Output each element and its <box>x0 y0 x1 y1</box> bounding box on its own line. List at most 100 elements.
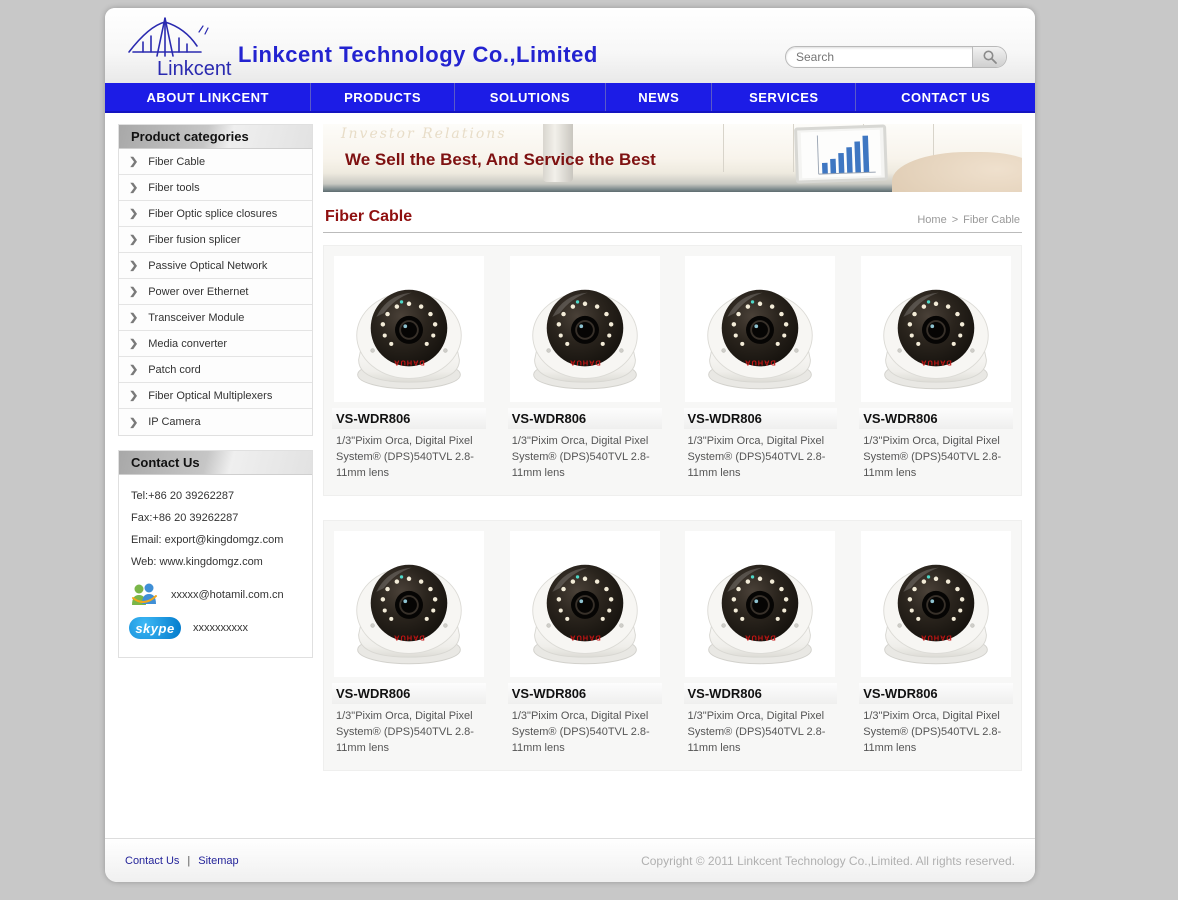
product-image[interactable] <box>861 256 1011 402</box>
sidebar-item-fiber-tools[interactable]: ❯ Fiber tools <box>119 175 312 201</box>
nav-solutions[interactable]: SOLUTIONS <box>455 83 607 111</box>
search-input[interactable] <box>786 47 972 67</box>
product-name-link[interactable]: VS-WDR806 <box>332 683 486 704</box>
msn-address: xxxxx@hotamil.com.cn <box>171 589 284 601</box>
content-area: Product categories ❯ Fiber Cable ❯ Fiber… <box>105 113 1035 838</box>
chevron-right-icon: ❯ <box>129 312 138 324</box>
product-categories-header: Product categories <box>119 125 312 149</box>
product-name-link[interactable]: VS-WDR806 <box>684 683 838 704</box>
chevron-right-icon: ❯ <box>129 390 138 402</box>
sidebar-item-power-over-ethernet[interactable]: ❯ Power over Ethernet <box>119 279 312 305</box>
sidebar-item-fiber-optic-splice-closures[interactable]: ❯ Fiber Optic splice closures <box>119 201 312 227</box>
sidebar-item-fiber-fusion-splicer[interactable]: ❯ Fiber fusion splicer <box>119 227 312 253</box>
product-description: 1/3"Pixim Orca, Digital Pixel System® (D… <box>684 433 838 481</box>
msn-row: xxxxx@hotamil.com.cn <box>129 581 302 609</box>
banner-laptop-chart <box>799 130 883 179</box>
sidebar-item-passive-optical-network[interactable]: ❯ Passive Optical Network <box>119 253 312 279</box>
contact-us-box: Contact Us Tel:+86 20 39262287 Fax:+86 2… <box>118 450 313 658</box>
main-column: Investor Relations <box>323 124 1022 838</box>
search-button[interactable] <box>972 47 1006 67</box>
footer-sitemap-link[interactable]: Sitemap <box>198 855 238 867</box>
breadcrumb-current: Fiber Cable <box>963 214 1020 226</box>
skype-row: skype xxxxxxxxxx <box>129 617 302 639</box>
product-name-link[interactable]: VS-WDR806 <box>859 683 1013 704</box>
product-description: 1/3"Pixim Orca, Digital Pixel System® (D… <box>332 708 486 756</box>
page-title: Fiber Cable <box>325 208 412 226</box>
product-image[interactable] <box>685 531 835 677</box>
contact-us-header: Contact Us <box>119 451 312 475</box>
chevron-right-icon: ❯ <box>129 234 138 246</box>
sidebar-item-fiber-cable[interactable]: ❯ Fiber Cable <box>119 149 312 175</box>
sidebar-item-ip-camera[interactable]: ❯ IP Camera <box>119 409 312 435</box>
hero-banner: Investor Relations <box>323 124 1022 192</box>
sidebar: Product categories ❯ Fiber Cable ❯ Fiber… <box>118 124 313 838</box>
site-footer: Contact Us | Sitemap Copyright © 2011 Li… <box>105 838 1035 882</box>
site-header: Linkcent Linkcent Technology Co.,Limited <box>105 8 1035 83</box>
product-name-link[interactable]: VS-WDR806 <box>684 408 838 429</box>
product-card: VS-WDR806 1/3"Pixim Orca, Digital Pixel … <box>332 531 486 756</box>
product-image[interactable] <box>685 256 835 402</box>
copyright-text: Copyright © 2011 Linkcent Technology Co.… <box>641 854 1015 868</box>
nav-about-linkcent[interactable]: ABOUT LINKCENT <box>105 83 311 111</box>
sidebar-item-fiber-optical-multiplexers[interactable]: ❯ Fiber Optical Multiplexers <box>119 383 312 409</box>
product-card: VS-WDR806 1/3"Pixim Orca, Digital Pixel … <box>859 531 1013 756</box>
banner-watermark-text: Investor Relations <box>341 126 507 142</box>
product-name-link[interactable]: VS-WDR806 <box>508 408 662 429</box>
nav-contact-us[interactable]: CONTACT US <box>856 83 1035 111</box>
product-image[interactable] <box>334 256 484 402</box>
product-image[interactable] <box>334 531 484 677</box>
company-logo[interactable]: Linkcent <box>119 12 239 80</box>
sidebar-item-transceiver-module[interactable]: ❯ Transceiver Module <box>119 305 312 331</box>
chevron-right-icon: ❯ <box>129 286 138 298</box>
product-card: VS-WDR806 1/3"Pixim Orca, Digital Pixel … <box>508 531 662 756</box>
banner-laptop <box>794 124 888 183</box>
chevron-right-icon: ❯ <box>129 182 138 194</box>
product-description: 1/3"Pixim Orca, Digital Pixel System® (D… <box>859 433 1013 481</box>
nav-products[interactable]: PRODUCTS <box>311 83 454 111</box>
product-description: 1/3"Pixim Orca, Digital Pixel System® (D… <box>508 708 662 756</box>
product-name-link[interactable]: VS-WDR806 <box>859 408 1013 429</box>
product-image[interactable] <box>510 256 660 402</box>
footer-links: Contact Us | Sitemap <box>125 855 239 867</box>
product-name-link[interactable]: VS-WDR806 <box>332 408 486 429</box>
sidebar-item-media-converter[interactable]: ❯ Media converter <box>119 331 312 357</box>
bridge-logo-icon: Linkcent <box>119 12 239 80</box>
skype-logo: skype <box>129 617 181 639</box>
product-image[interactable] <box>861 531 1011 677</box>
magnifier-icon <box>982 49 998 65</box>
footer-contact-us-link[interactable]: Contact Us <box>125 855 179 867</box>
product-row-2: VS-WDR806 1/3"Pixim Orca, Digital Pixel … <box>323 520 1022 771</box>
product-card: VS-WDR806 1/3"Pixim Orca, Digital Pixel … <box>332 256 486 481</box>
product-card: VS-WDR806 1/3"Pixim Orca, Digital Pixel … <box>859 256 1013 481</box>
product-description: 1/3"Pixim Orca, Digital Pixel System® (D… <box>332 433 486 481</box>
sidebar-item-patch-cord[interactable]: ❯ Patch cord <box>119 357 312 383</box>
page-title-row: Fiber Cable Home > Fiber Cable <box>323 200 1022 233</box>
banner-slogan: We Sell the Best, And Service the Best <box>345 150 656 170</box>
product-image[interactable] <box>510 531 660 677</box>
page-card: Linkcent Linkcent Technology Co.,Limited… <box>105 8 1035 882</box>
contact-fax: Fax:+86 20 39262287 <box>129 507 302 529</box>
logo-wordmark: Linkcent <box>157 58 232 80</box>
chevron-right-icon: ❯ <box>129 364 138 376</box>
search-box <box>785 46 1007 68</box>
product-categories-box: Product categories ❯ Fiber Cable ❯ Fiber… <box>118 124 313 436</box>
nav-news[interactable]: NEWS <box>606 83 712 111</box>
breadcrumb-home[interactable]: Home <box>917 214 946 226</box>
chevron-right-icon: ❯ <box>129 260 138 272</box>
product-name-link[interactable]: VS-WDR806 <box>508 683 662 704</box>
chevron-right-icon: ❯ <box>129 156 138 168</box>
product-card: VS-WDR806 1/3"Pixim Orca, Digital Pixel … <box>684 256 838 481</box>
contact-web: Web: www.kingdomgz.com <box>129 551 302 573</box>
contact-tel: Tel:+86 20 39262287 <box>129 485 302 507</box>
contact-email: Email: export@kingdomgz.com <box>129 529 302 551</box>
company-title: Linkcent Technology Co.,Limited <box>238 42 598 68</box>
product-description: 1/3"Pixim Orca, Digital Pixel System® (D… <box>508 433 662 481</box>
breadcrumb-separator: > <box>952 214 958 226</box>
product-description: 1/3"Pixim Orca, Digital Pixel System® (D… <box>859 708 1013 756</box>
product-card: VS-WDR806 1/3"Pixim Orca, Digital Pixel … <box>508 256 662 481</box>
product-card: VS-WDR806 1/3"Pixim Orca, Digital Pixel … <box>684 531 838 756</box>
nav-services[interactable]: SERVICES <box>712 83 856 111</box>
main-nav: ABOUT LINKCENT PRODUCTS SOLUTIONS NEWS S… <box>105 83 1035 113</box>
footer-link-separator: | <box>187 855 190 867</box>
skype-id: xxxxxxxxxx <box>193 622 248 634</box>
